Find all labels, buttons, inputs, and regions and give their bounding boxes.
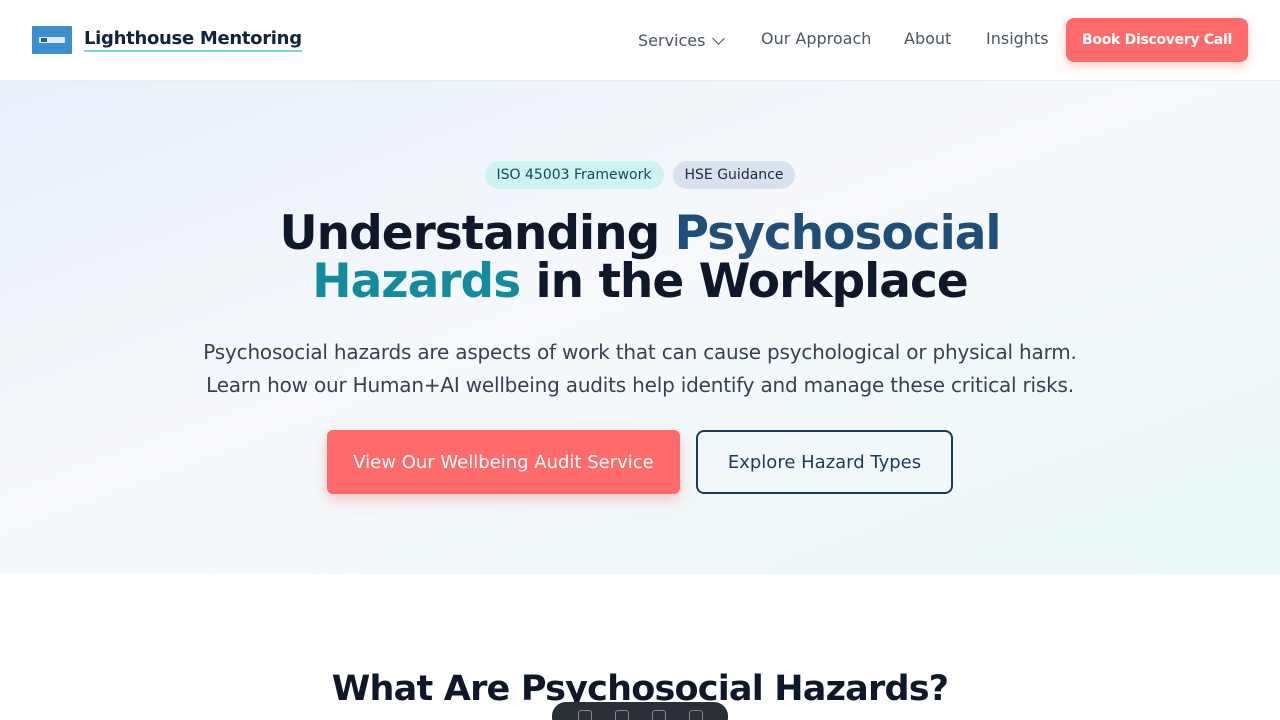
hero-section xyxy=(0,81,1280,574)
hero-subtitle: Psychosocial hazards are aspects of work… xyxy=(0,336,1280,402)
hero-badges: ISO 45003 Framework HSE Guidance xyxy=(0,161,1280,189)
hero-title-highlight-2: Hazards xyxy=(312,254,521,309)
nav-services-label: Services xyxy=(638,31,706,50)
chevron-down-icon xyxy=(712,32,726,45)
nav-services[interactable]: Services xyxy=(638,30,726,52)
toolbar-icon-1[interactable] xyxy=(577,710,592,720)
nav-about[interactable]: About xyxy=(904,28,951,50)
lighthouse-logo-icon xyxy=(39,37,65,43)
site-header: Lighthouse Mentoring Services Our Approa… xyxy=(0,0,1280,81)
logo-image[interactable] xyxy=(32,26,72,54)
badge-iso-45003: ISO 45003 Framework xyxy=(484,161,664,189)
hero-subtitle-line2: Learn how our Human+AI wellbeing audits … xyxy=(206,373,1074,397)
book-discovery-call-button[interactable]: Book Discovery Call xyxy=(1066,18,1248,62)
hero-title-part1: Understanding xyxy=(279,206,675,261)
toolbar-icon-3[interactable] xyxy=(651,710,666,720)
toolbar-icon-2[interactable] xyxy=(614,710,629,720)
toolbar-icon-4[interactable] xyxy=(688,710,703,720)
explore-hazard-types-button[interactable]: Explore Hazard Types xyxy=(696,430,953,494)
brand-name[interactable]: Lighthouse Mentoring xyxy=(84,28,302,52)
hero-title: Understanding Psychosocial Hazards in th… xyxy=(0,210,1280,306)
nav-insights[interactable]: Insights xyxy=(986,28,1049,50)
badge-hse-guidance: HSE Guidance xyxy=(672,161,796,189)
hero-subtitle-line1: Psychosocial hazards are aspects of work… xyxy=(203,340,1077,364)
floating-toolbar[interactable] xyxy=(552,702,728,720)
view-wellbeing-audit-button[interactable]: View Our Wellbeing Audit Service xyxy=(327,430,680,494)
hero-title-part2: in the Workplace xyxy=(520,254,969,309)
nav-our-approach[interactable]: Our Approach xyxy=(761,28,871,50)
hero-title-highlight-1: Psychosocial xyxy=(674,206,1002,261)
